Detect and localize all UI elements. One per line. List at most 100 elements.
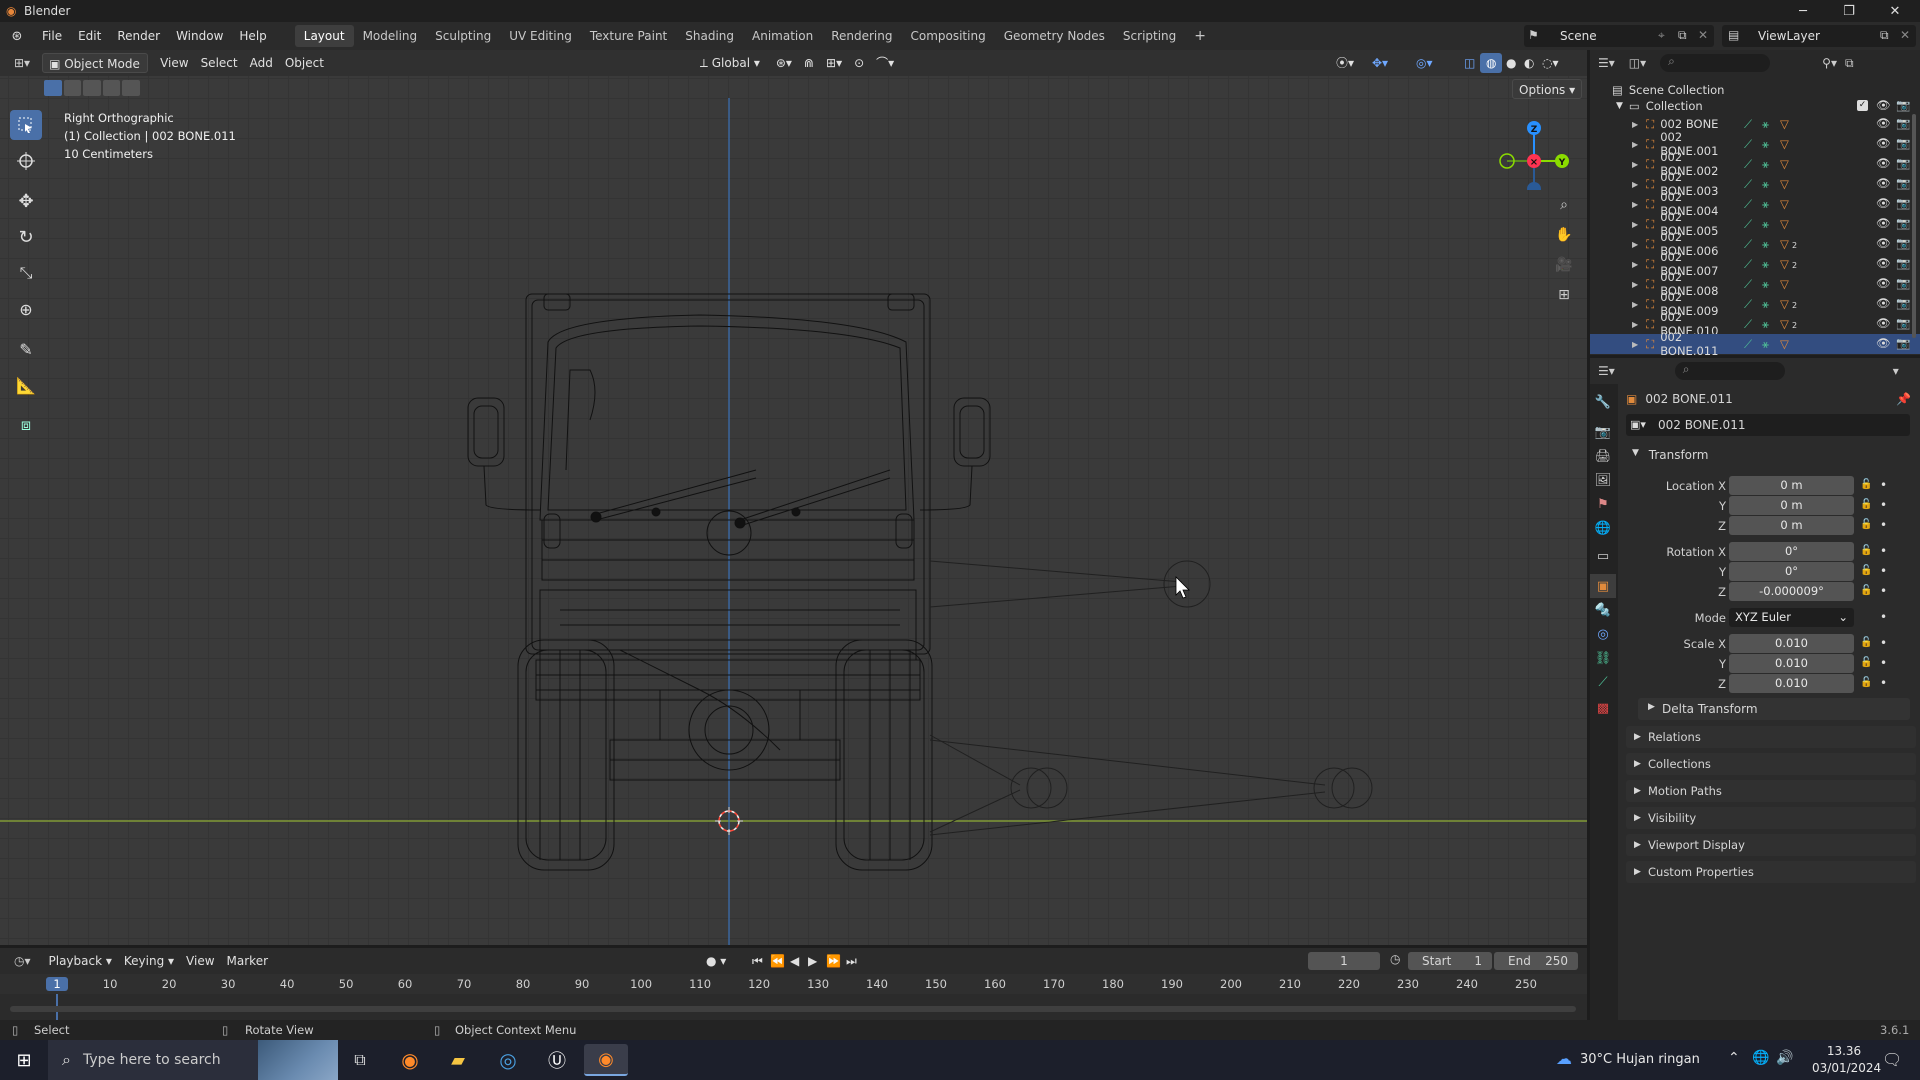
- timeline-editor-type-icon[interactable]: ◷▾: [8, 951, 37, 971]
- output-tab-icon[interactable]: 🖨: [1590, 444, 1616, 468]
- menu-edit[interactable]: Edit: [70, 25, 109, 47]
- menu-marker[interactable]: Marker: [221, 951, 274, 971]
- outliner-object-row[interactable]: ▶ ⛶ 002 BONE.007 ⟋ ⚹ ▽ 2 👁 📷: [1590, 250, 1920, 278]
- lock-icon[interactable]: 🔓: [1860, 479, 1872, 491]
- delete-scene-icon[interactable]: ✕: [1698, 28, 1708, 42]
- keyframe-dot-icon[interactable]: •: [1880, 478, 1887, 492]
- tab-modeling[interactable]: Modeling: [354, 25, 427, 47]
- keyframe-dot-icon[interactable]: •: [1880, 610, 1887, 624]
- render-camera-icon[interactable]: 📷: [1896, 196, 1910, 210]
- collection-row[interactable]: ▼ ▭ Collection ✓ 👁 📷: [1590, 96, 1920, 116]
- start-frame-field[interactable]: Start 1: [1408, 952, 1492, 970]
- render-camera-icon[interactable]: 📷: [1896, 256, 1910, 270]
- panel-visibility[interactable]: ▶ Visibility: [1626, 807, 1916, 829]
- outliner-object-row[interactable]: ▶ ⛶ 002 BONE.004 ⟋ ⚹ ▽ 👁 📷: [1590, 190, 1920, 218]
- expand-arrow-icon[interactable]: ▼: [1616, 101, 1623, 111]
- weather-text[interactable]: 30°C Hujan ringan: [1580, 1052, 1700, 1067]
- render-camera-icon[interactable]: 📷: [1896, 136, 1910, 150]
- outliner-object-row[interactable]: ▶ ⛶ 002 BONE.003 ⟋ ⚹ ▽ 👁 📷: [1590, 170, 1920, 198]
- delete-view-layer-icon[interactable]: ✕: [1900, 28, 1910, 42]
- view-layer-selector[interactable]: ▤ ViewLayer ⧉ ✕: [1722, 25, 1916, 47]
- pan-hand-icon[interactable]: ✋: [1551, 222, 1577, 248]
- expand-arrow-icon[interactable]: ▶: [1632, 160, 1638, 169]
- scale-z-field[interactable]: 0.010: [1729, 674, 1854, 693]
- render-camera-icon[interactable]: 📷: [1896, 236, 1910, 250]
- clock-time[interactable]: 13.36: [1814, 1044, 1874, 1058]
- properties-editor-type-icon[interactable]: ☰▾: [1598, 364, 1615, 378]
- visibility-eye-icon[interactable]: 👁: [1876, 236, 1891, 250]
- outliner-scrollbar[interactable]: [1912, 114, 1916, 338]
- render-camera-icon[interactable]: 📷: [1896, 296, 1910, 310]
- render-camera-icon[interactable]: 📷: [1896, 216, 1910, 230]
- properties-search-input[interactable]: ⌕: [1674, 362, 1785, 380]
- navigation-gizmo[interactable]: × Z Y: [1490, 110, 1570, 190]
- data-tab-icon[interactable]: ⟋: [1590, 670, 1616, 694]
- minimize-button[interactable]: ─: [1780, 0, 1826, 22]
- lock-icon[interactable]: 🔓: [1860, 585, 1872, 597]
- tab-texture-paint[interactable]: Texture Paint: [581, 25, 676, 47]
- new-scene-icon[interactable]: ⧉: [1678, 28, 1687, 43]
- render-camera-icon[interactable]: 📷: [1896, 156, 1910, 170]
- rotation-mode-dropdown[interactable]: XYZ Euler ⌄: [1729, 608, 1854, 627]
- keyframe-dot-icon[interactable]: •: [1880, 544, 1887, 558]
- visibility-eye-icon[interactable]: 👁: [1876, 336, 1891, 350]
- expand-arrow-icon[interactable]: ▶: [1632, 320, 1638, 329]
- render-camera-icon[interactable]: 📷: [1896, 116, 1910, 130]
- tab-animation[interactable]: Animation: [743, 25, 822, 47]
- visibility-eye-icon[interactable]: 👁: [1876, 98, 1891, 112]
- visibility-eye-icon[interactable]: 👁: [1876, 176, 1891, 190]
- language-globe-icon[interactable]: 🌐: [1752, 1050, 1769, 1066]
- render-camera-icon[interactable]: 📷: [1896, 336, 1910, 350]
- zoom-icon[interactable]: ⌕: [1551, 192, 1577, 218]
- transform-panel-header[interactable]: ▼ Transform: [1626, 444, 1910, 466]
- chrome-icon[interactable]: ◎: [486, 1044, 530, 1076]
- outliner-object-row[interactable]: ▶ ⛶ 002 BONE.009 ⟋ ⚹ ▽ 2 👁 📷: [1590, 290, 1920, 318]
- tab-rendering[interactable]: Rendering: [822, 25, 901, 47]
- filter-icon[interactable]: ⚲▾: [1822, 56, 1837, 70]
- view-layer-tab-icon[interactable]: 🖼: [1590, 468, 1616, 492]
- world-tab-icon[interactable]: 🌐: [1590, 516, 1616, 540]
- keyframe-dot-icon[interactable]: •: [1880, 564, 1887, 578]
- tab-sculpting[interactable]: Sculpting: [426, 25, 500, 47]
- blender-menu-icon[interactable]: ⊛: [0, 29, 34, 44]
- task-view-icon[interactable]: ⧉: [338, 1044, 382, 1076]
- expand-arrow-icon[interactable]: ▶: [1632, 240, 1638, 249]
- panel-viewport-display[interactable]: ▶ Viewport Display: [1626, 834, 1916, 856]
- render-tab-icon[interactable]: 📷: [1590, 420, 1616, 444]
- visibility-eye-icon[interactable]: 👁: [1876, 316, 1891, 330]
- menu-help[interactable]: Help: [231, 25, 274, 47]
- lock-icon[interactable]: 🔓: [1860, 677, 1872, 689]
- playhead-frame[interactable]: 1: [46, 977, 68, 991]
- tab-geometry-nodes[interactable]: Geometry Nodes: [995, 25, 1114, 47]
- timeline-scrollbar[interactable]: [10, 1006, 1576, 1012]
- lock-icon[interactable]: 🔓: [1860, 499, 1872, 511]
- file-explorer-icon[interactable]: ▰: [436, 1044, 480, 1076]
- outliner-object-row[interactable]: ▶ ⛶ 002 BONE.006 ⟋ ⚹ ▽ 2 👁 📷: [1590, 230, 1920, 258]
- tab-uv-editing[interactable]: UV Editing: [500, 25, 581, 47]
- lock-icon[interactable]: 🔓: [1860, 545, 1872, 557]
- clock-date[interactable]: 03/01/2024: [1812, 1061, 1881, 1075]
- panel-collections[interactable]: ▶ Collections: [1626, 753, 1916, 775]
- outliner-object-row[interactable]: ▶ ⛶ 002 BONE.011 ⟋ ⚹ ▽ 👁 📷: [1590, 330, 1920, 358]
- visibility-eye-icon[interactable]: 👁: [1876, 156, 1891, 170]
- auto-keying-icon[interactable]: ● ▾: [700, 951, 732, 971]
- camera-view-icon[interactable]: 🎥: [1551, 252, 1577, 278]
- location-z-field[interactable]: 0 m: [1729, 516, 1854, 535]
- outliner-object-row[interactable]: ▶ ⛶ 002 BONE.005 ⟋ ⚹ ▽ 👁 📷: [1590, 210, 1920, 238]
- scene-tab-icon[interactable]: ⚑: [1590, 492, 1616, 516]
- new-view-layer-icon[interactable]: ⧉: [1880, 28, 1889, 43]
- unreal-engine-icon[interactable]: Ⓤ: [535, 1044, 579, 1076]
- ortho-grid-icon[interactable]: ⊞: [1551, 282, 1577, 308]
- render-camera-icon[interactable]: 📷: [1896, 98, 1910, 112]
- panel-custom-properties[interactable]: ▶ Custom Properties: [1626, 861, 1916, 883]
- taskbar-search-box[interactable]: ⌕ Type here to search: [48, 1040, 338, 1080]
- outliner-object-row[interactable]: ▶ ⛶ 002 BONE.001 ⟋ ⚹ ▽ 👁 📷: [1590, 130, 1920, 158]
- visibility-eye-icon[interactable]: 👁: [1876, 256, 1891, 270]
- object-datablock-icon[interactable]: ▣▾: [1630, 418, 1646, 431]
- menu-keying[interactable]: Keying ▾: [118, 951, 180, 971]
- panel-motion-paths[interactable]: ▶ Motion Paths: [1626, 780, 1916, 802]
- menu-render[interactable]: Render: [109, 25, 168, 47]
- lock-icon[interactable]: 🔓: [1860, 657, 1872, 669]
- object-tab-icon[interactable]: ▣: [1590, 574, 1616, 598]
- visibility-eye-icon[interactable]: 👁: [1876, 276, 1891, 290]
